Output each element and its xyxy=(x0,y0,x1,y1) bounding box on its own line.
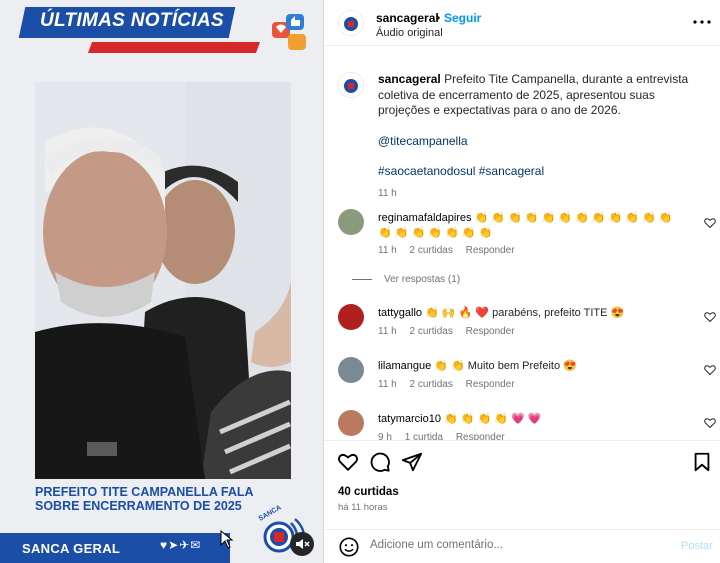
comment-time: 11 h xyxy=(378,379,397,390)
chat-bubbles-icon xyxy=(272,14,306,50)
comment-icon[interactable] xyxy=(369,451,391,473)
comment-body: lilamangue 👏 👏 Muito bem Prefeito 😍 xyxy=(378,359,688,374)
avatar[interactable] xyxy=(338,357,364,383)
save-bookmark-icon[interactable] xyxy=(691,451,713,473)
comment-username[interactable]: reginamafaldapires xyxy=(378,212,472,224)
social-icons: ♥➤✈✉ xyxy=(160,538,201,552)
comment-likes[interactable]: 2 curtidas xyxy=(410,379,453,390)
post-actions: 40 curtidas há 11 horas Postar xyxy=(324,440,720,563)
sanca-logo-icon xyxy=(338,72,364,98)
comment-input[interactable] xyxy=(370,539,660,551)
reply-button[interactable]: Responder xyxy=(466,379,515,390)
mouse-cursor-icon xyxy=(220,530,234,549)
mute-button[interactable] xyxy=(290,532,314,556)
avatar[interactable] xyxy=(338,209,364,235)
comment-time: 11 h xyxy=(378,326,397,337)
comment-likes[interactable]: 1 curtida xyxy=(405,432,443,440)
avatar[interactable] xyxy=(338,10,364,36)
comment-username[interactable]: lilamangue xyxy=(378,360,431,372)
add-comment-row: Postar xyxy=(324,529,720,563)
headline-line-2: SOBRE ENCERRAMENTO DE 2025 xyxy=(35,499,242,513)
banner-red-stripe xyxy=(87,42,261,53)
reply-button[interactable]: Responder xyxy=(456,432,505,440)
speaker-muted-icon xyxy=(296,539,310,549)
reply-button[interactable]: Responder xyxy=(466,326,515,337)
heart-icon[interactable] xyxy=(704,364,716,376)
view-replies-text[interactable]: Ver respostas (1) xyxy=(384,274,460,285)
divider xyxy=(352,278,372,280)
share-icon[interactable] xyxy=(401,451,423,473)
avatar[interactable] xyxy=(338,410,364,436)
follow-button[interactable]: Seguir xyxy=(444,11,481,25)
comment-time: 9 h xyxy=(378,432,392,440)
emoji-icon[interactable] xyxy=(338,536,360,558)
video-scene-image xyxy=(35,82,291,479)
caption-hashtags[interactable]: #saocaetanodosul #sancageral xyxy=(378,164,698,180)
comment-meta: 11 h 2 curtidas Responder xyxy=(378,245,525,256)
avatar[interactable] xyxy=(338,304,364,330)
post-time: há 11 horas xyxy=(338,502,388,513)
avatar[interactable] xyxy=(338,72,364,98)
comment-meta: 11 h 2 curtidas Responder xyxy=(378,326,525,337)
heart-icon[interactable] xyxy=(704,311,716,323)
instagram-post-window: ÚLTIMAS NOTÍCIAS PREFEITO TITE CAMPANELL… xyxy=(0,0,720,563)
heart-icon: ♥ xyxy=(160,538,169,552)
comment-time: 11 h xyxy=(378,245,397,256)
post-username[interactable]: sancageral xyxy=(376,11,439,25)
post-header: sancageral • Seguir Áudio original xyxy=(324,0,720,46)
send-icon: ➤ xyxy=(168,538,180,552)
video-frame xyxy=(35,82,291,479)
view-replies-button[interactable]: Ver respostas (1) xyxy=(352,274,470,285)
comment-text: 👏 👏 Muito bem Prefeito 😍 xyxy=(434,360,577,372)
comment-likes[interactable]: 2 curtidas xyxy=(410,245,453,256)
heart-icon[interactable] xyxy=(704,217,716,229)
comments-list[interactable]: sancageral Prefeito Tite Campanella, dur… xyxy=(324,47,720,440)
bird-icon: ✈ xyxy=(179,538,191,552)
post-comment-button[interactable]: Postar xyxy=(681,540,713,552)
comment-meta: 11 h 2 curtidas Responder xyxy=(378,379,525,390)
comment-meta: 9 h 1 curtida Responder xyxy=(378,432,515,440)
banner-title: ÚLTIMAS NOTÍCIAS xyxy=(40,10,224,31)
brand-name: SANCA GERAL xyxy=(22,541,121,556)
reply-button[interactable]: Responder xyxy=(466,245,515,256)
caption-username[interactable]: sancageral xyxy=(378,72,441,86)
comment-body: tatymarcio10 👏 👏 👏 👏 💗 💗 xyxy=(378,412,688,427)
comment-likes[interactable]: 2 curtidas xyxy=(410,326,453,337)
caption-mention[interactable]: @titecampanella xyxy=(378,134,698,150)
post-sidebar: sancageral • Seguir Áudio original sanca… xyxy=(323,0,720,563)
headline-line-1: PREFEITO TITE CAMPANELLA FALA xyxy=(35,485,254,499)
separator-dot: • xyxy=(436,11,441,25)
comment-username[interactable]: tattygallo xyxy=(378,307,422,319)
like-heart-icon[interactable] xyxy=(337,451,359,473)
comment-text: 👏 🙌 🔥 ❤️ parabéns, prefeito TITE 😍 xyxy=(425,307,625,319)
like-count[interactable]: 40 curtidas xyxy=(338,486,399,498)
post-caption: sancageral Prefeito Tite Campanella, dur… xyxy=(378,72,698,201)
speech-bubble-icon: ✉ xyxy=(190,538,202,552)
reel-video[interactable]: ÚLTIMAS NOTÍCIAS PREFEITO TITE CAMPANELL… xyxy=(0,0,323,563)
caption-time: 11 h xyxy=(378,187,397,199)
heart-icon[interactable] xyxy=(704,417,716,429)
more-options-icon[interactable] xyxy=(692,12,712,32)
comment-text: 👏 👏 👏 👏 💗 💗 xyxy=(444,413,542,425)
sanca-logo-icon xyxy=(338,10,364,36)
video-headline: PREFEITO TITE CAMPANELLA FALA SOBRE ENCE… xyxy=(35,485,275,513)
comment-body: reginamafaldapires 👏 👏 👏 👏 👏 👏 👏 👏 👏 👏 👏… xyxy=(378,211,688,241)
comment-body: tattygallo 👏 🙌 🔥 ❤️ parabéns, prefeito T… xyxy=(378,306,688,321)
audio-link[interactable]: Áudio original xyxy=(376,27,443,39)
logo-text: SANCA xyxy=(258,505,283,523)
comment-username[interactable]: tatymarcio10 xyxy=(378,413,441,425)
